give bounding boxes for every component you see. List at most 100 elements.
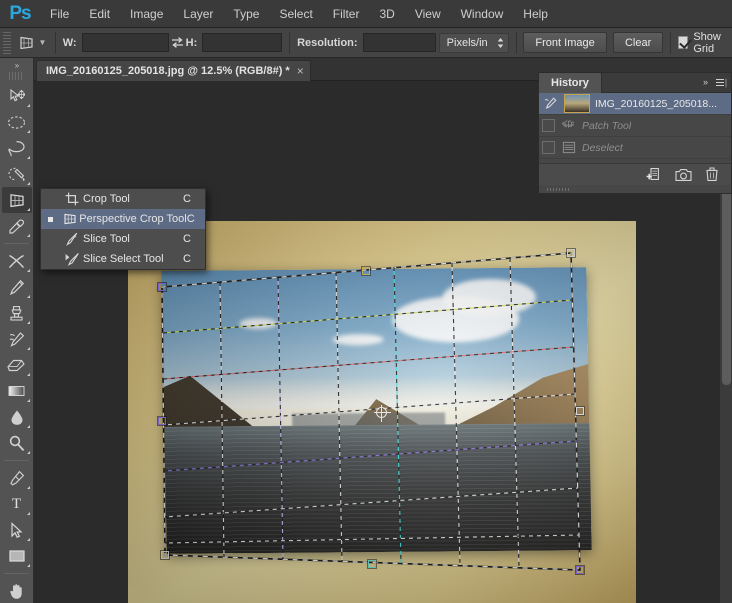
- history-panel[interactable]: History » IMG_20160125_205018... Patch T…: [538, 72, 732, 194]
- perspective-crop-icon[interactable]: [17, 31, 37, 55]
- divider: [289, 31, 291, 54]
- selected-indicator-icon: [48, 217, 53, 222]
- options-bar-grip[interactable]: [3, 31, 11, 54]
- flyout-label: Crop Tool: [83, 193, 130, 205]
- delete-state-icon[interactable]: [705, 167, 719, 182]
- swap-width-height-icon[interactable]: [169, 36, 186, 49]
- flyout-shortcut: C: [186, 213, 195, 225]
- photoshop-window: Ps File Edit Image Layer Type Select Fil…: [0, 0, 732, 603]
- dodge-tool[interactable]: [2, 430, 32, 456]
- quick-selection-tool[interactable]: [2, 161, 32, 187]
- spot-healing-brush-tool[interactable]: [2, 248, 32, 274]
- clone-stamp-tool[interactable]: [2, 300, 32, 326]
- tool-preset-chevron-down-icon[interactable]: ▼: [37, 31, 48, 55]
- front-image-button[interactable]: Front Image: [523, 32, 607, 53]
- document-tab-label: IMG_20160125_205018.jpg @ 12.5% (RGB/8#)…: [46, 65, 290, 77]
- tool-group-indicator: [26, 373, 30, 376]
- brush-tool[interactable]: [2, 274, 32, 300]
- history-row-label: IMG_20160125_205018...: [595, 97, 718, 110]
- menu-filter[interactable]: Filter: [323, 0, 370, 28]
- new-document-from-state-icon[interactable]: [646, 167, 662, 182]
- menu-edit[interactable]: Edit: [79, 0, 120, 28]
- crop-handle-bottom-right[interactable]: [576, 566, 584, 574]
- crop-handle-bottom-center[interactable]: [368, 560, 376, 568]
- resolution-units-select[interactable]: Pixels/in: [438, 32, 509, 53]
- menu-type[interactable]: Type: [223, 0, 269, 28]
- crop-handle-top-right[interactable]: [567, 249, 575, 257]
- crop-icon: [61, 192, 83, 206]
- resolution-units-value: Pixels/in: [446, 36, 488, 49]
- tool-group-indicator: [26, 234, 30, 237]
- history-row-patch-tool[interactable]: Patch Tool: [539, 115, 731, 137]
- height-label: H:: [185, 36, 198, 49]
- menu-window[interactable]: Window: [451, 0, 514, 28]
- history-panel-footer: [539, 163, 731, 185]
- tool-group-indicator: [26, 486, 30, 489]
- history-brush-tool[interactable]: [2, 326, 32, 352]
- divider: [670, 31, 672, 54]
- hand-tool[interactable]: [2, 578, 32, 603]
- tool-group-indicator: [26, 104, 30, 107]
- flyout-item-perspective-crop-tool[interactable]: Perspective Crop Tool C: [41, 209, 205, 229]
- path-selection-tool[interactable]: [2, 517, 32, 543]
- tool-group-indicator: [26, 399, 30, 402]
- tab-history[interactable]: History: [539, 72, 602, 93]
- tool-group-indicator: [26, 130, 30, 133]
- perspective-crop-tool[interactable]: [1, 187, 32, 213]
- history-snapshot-source-checkbox[interactable]: [542, 119, 555, 132]
- history-row-snapshot[interactable]: IMG_20160125_205018...: [539, 93, 731, 115]
- tool-group-indicator: [26, 564, 30, 567]
- menu-image[interactable]: Image: [120, 0, 173, 28]
- document-tab[interactable]: IMG_20160125_205018.jpg @ 12.5% (RGB/8#)…: [36, 60, 311, 81]
- menu-help[interactable]: Help: [513, 0, 558, 28]
- grip-lines: [547, 188, 571, 191]
- blur-tool[interactable]: [2, 404, 32, 430]
- flyout-label: Slice Tool: [83, 233, 130, 245]
- history-snapshot-source-checkbox[interactable]: [542, 141, 555, 154]
- history-panel-resize-grip[interactable]: [539, 185, 731, 193]
- history-row-label: Deselect: [582, 141, 623, 154]
- flyout-item-slice-select-tool[interactable]: Slice Select Tool C: [41, 249, 205, 269]
- history-row-deselect[interactable]: Deselect: [539, 137, 731, 159]
- history-panel-tab-row: History »: [539, 72, 731, 93]
- resolution-label: Resolution:: [297, 36, 358, 49]
- show-grid-checkbox[interactable]: Show Grid: [678, 31, 732, 55]
- history-brush-source-icon[interactable]: [542, 97, 559, 110]
- history-snapshot-thumbnail: [564, 94, 590, 113]
- tool-group-indicator: [26, 295, 30, 298]
- height-input[interactable]: [202, 33, 283, 52]
- menu-layer[interactable]: Layer: [173, 0, 223, 28]
- eyedropper-tool[interactable]: [2, 213, 32, 239]
- menu-file[interactable]: File: [40, 0, 79, 28]
- close-icon[interactable]: ×: [297, 65, 304, 77]
- elliptical-marquee-tool[interactable]: [2, 109, 32, 135]
- flyout-item-crop-tool[interactable]: Crop Tool C: [41, 189, 205, 209]
- menu-select[interactable]: Select: [269, 0, 322, 28]
- tools-collapse-icon[interactable]: »: [0, 58, 33, 72]
- width-input[interactable]: [81, 33, 169, 52]
- menu-3d[interactable]: 3D: [369, 0, 404, 28]
- create-snapshot-icon[interactable]: [675, 168, 692, 182]
- crop-tool-flyout-menu[interactable]: Crop Tool C Perspective Crop Tool C Slic…: [40, 188, 206, 270]
- menu-view[interactable]: View: [405, 0, 451, 28]
- pen-tool[interactable]: [2, 465, 32, 491]
- slice-select-icon: [61, 252, 83, 266]
- tool-group-indicator: [26, 425, 30, 428]
- flyout-item-slice-tool[interactable]: Slice Tool C: [41, 229, 205, 249]
- lasso-tool[interactable]: [2, 135, 32, 161]
- clear-button[interactable]: Clear: [612, 32, 664, 53]
- patch-tool-icon: [560, 119, 577, 133]
- panel-collapse-icon[interactable]: »: [703, 77, 708, 87]
- resolution-input[interactable]: [362, 33, 436, 52]
- stepper-icon: [497, 37, 504, 48]
- eraser-tool[interactable]: [2, 352, 32, 378]
- panel-menu-icon[interactable]: [714, 77, 727, 89]
- gradient-tool[interactable]: [2, 378, 32, 404]
- divider: [515, 31, 517, 54]
- rectangle-tool[interactable]: [2, 543, 32, 569]
- lake-water: [164, 422, 592, 554]
- tools-panel-grip[interactable]: [9, 72, 24, 80]
- tool-group-indicator: [26, 538, 30, 541]
- horizontal-type-tool[interactable]: T: [2, 491, 32, 517]
- move-tool[interactable]: [2, 83, 32, 109]
